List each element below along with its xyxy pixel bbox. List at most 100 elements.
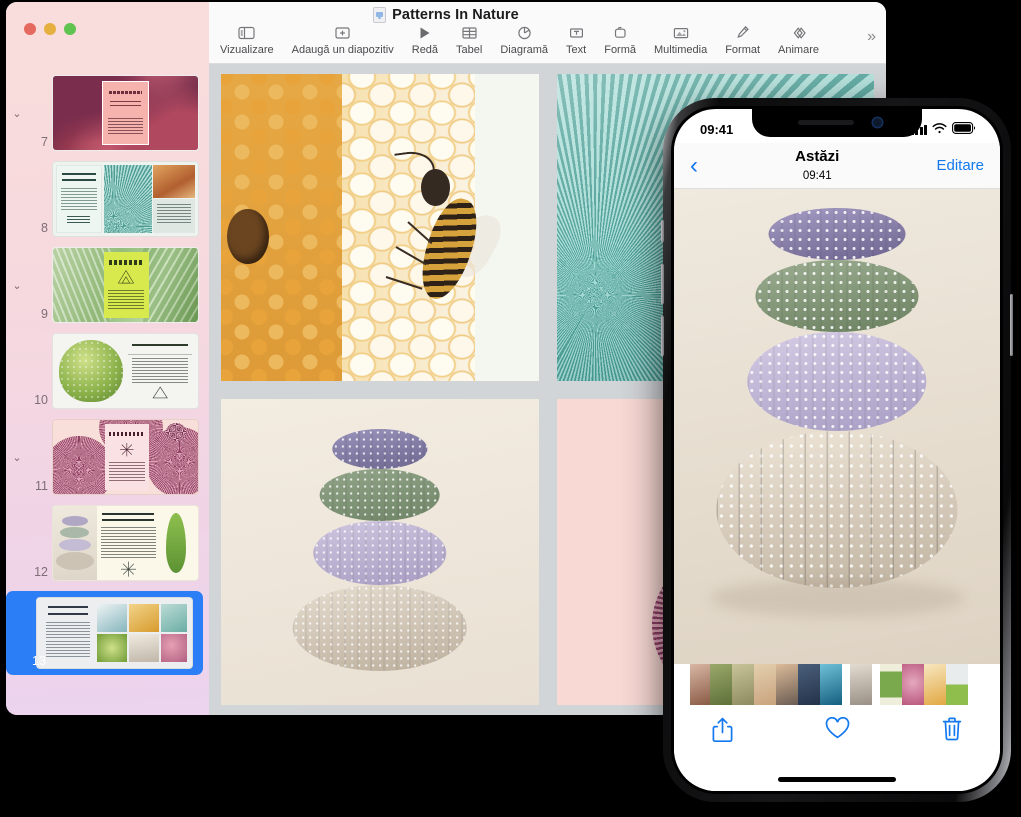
urchin-stack-photo[interactable] — [221, 399, 539, 706]
toolbar-label-view: Vizualizare — [220, 44, 274, 56]
slide-thumbnail-10[interactable] — [52, 333, 199, 409]
minimize-button[interactable] — [44, 23, 56, 35]
thumb-couple[interactable] — [798, 664, 820, 705]
thumb-portrait[interactable] — [776, 664, 798, 705]
sidebar-slide-11[interactable]: ⌄ 11 — [6, 414, 209, 500]
toolbar-label-animate: Animare — [778, 44, 819, 56]
disclosure-triangle-11[interactable]: ⌄ — [6, 451, 28, 464]
edit-button[interactable]: Editare — [936, 157, 984, 174]
thumb-honey[interactable] — [924, 664, 946, 705]
text-box-icon — [569, 24, 584, 41]
slide-thumbnail-13[interactable] — [36, 597, 193, 669]
slide-navigator-sidebar[interactable]: ⌄ 7 8 — [6, 64, 209, 715]
sidebar-slide-13[interactable]: 13 — [6, 586, 209, 680]
toolbar-button-media[interactable]: Multimedia — [645, 24, 716, 56]
sidebar-slide-9[interactable]: ⌄ 9 — [6, 242, 209, 328]
add-slide-icon — [335, 24, 350, 41]
slide-number-10: 10 — [28, 393, 48, 409]
slide-number-9: 9 — [28, 307, 48, 323]
status-time: 09:41 — [700, 122, 733, 137]
slide-thumbnail-9[interactable] — [52, 247, 199, 323]
sidebar-slide-10[interactable]: 10 — [6, 328, 209, 414]
phone-screen[interactable]: 09:41 — [674, 109, 1000, 791]
format-brush-icon — [735, 24, 750, 41]
page-title: Patterns In Nature — [392, 7, 519, 23]
toolbar-label-table: Tabel — [456, 44, 482, 56]
toolbar-buttons: Vizualizare Adaugă un diapozitiv Redă — [211, 24, 841, 64]
thumb-cactus-2[interactable] — [732, 664, 754, 705]
toolbar-button-play[interactable]: Redă — [403, 24, 447, 56]
toolbar-label-shape: Formă — [604, 44, 636, 56]
keynote-document-icon — [373, 7, 386, 23]
toolbar-label-add-slide: Adaugă un diapozitiv — [292, 44, 394, 56]
heart-icon[interactable] — [825, 717, 850, 745]
home-indicator[interactable] — [778, 777, 896, 782]
nav-title: Astăzi — [795, 148, 839, 165]
slide-number-8: 8 — [28, 221, 48, 237]
sidebar-slide-8[interactable]: 8 — [6, 156, 209, 242]
thumb-radial[interactable] — [902, 664, 924, 705]
nav-subtitle: 09:41 — [803, 170, 832, 182]
thumb-urchins[interactable] — [850, 664, 872, 705]
toolbar-button-table[interactable]: Tabel — [447, 24, 491, 56]
thumb-cactus[interactable] — [710, 664, 732, 705]
sidebar-slide-7[interactable]: ⌄ 7 — [6, 70, 209, 156]
traffic-lights[interactable] — [24, 23, 76, 35]
toolbar-button-animate[interactable]: Animare — [769, 24, 828, 56]
toolbar-button-shape[interactable]: Formă — [595, 24, 645, 56]
zoom-button[interactable] — [64, 23, 76, 35]
thumb-leaf[interactable] — [880, 664, 902, 705]
animate-icon — [790, 24, 807, 41]
toolbar-label-media: Multimedia — [654, 44, 707, 56]
window-toolbar: Patterns In Nature Vizualizare — [6, 2, 886, 64]
media-icon — [673, 24, 689, 41]
slide-thumbnail-7[interactable] — [52, 75, 199, 151]
window-title-bar: Patterns In Nature — [6, 7, 886, 23]
chart-icon — [517, 24, 532, 41]
nav-title-block: Astăzi 09:41 — [795, 148, 839, 184]
battery-icon — [952, 122, 976, 137]
toolbar-label-format: Format — [725, 44, 760, 56]
toolbar-label-play: Redă — [412, 44, 438, 56]
toolbar-label-chart: Diagramă — [500, 44, 548, 56]
table-icon — [462, 24, 477, 41]
slide-number-13: 13 — [32, 654, 46, 670]
phone-bezel: 09:41 — [671, 106, 1003, 794]
thumb-sea[interactable] — [820, 664, 842, 705]
screenshot-root: Patterns In Nature Vizualizare — [0, 0, 1021, 817]
disclosure-triangle-9[interactable]: ⌄ — [6, 279, 28, 292]
thumb-desert[interactable] — [754, 664, 776, 705]
slide-number-12: 12 — [28, 565, 48, 581]
volume-up-button[interactable] — [661, 264, 664, 304]
thumb-eye[interactable] — [690, 664, 710, 705]
sidebar-view-icon — [238, 24, 255, 41]
toolbar-button-add-slide[interactable]: Adaugă un diapozitiv — [283, 24, 403, 56]
toolbar-label-text: Text — [566, 44, 586, 56]
shape-icon — [613, 24, 628, 41]
front-camera-icon — [873, 118, 882, 127]
close-button[interactable] — [24, 23, 36, 35]
slide-number-11: 11 — [28, 479, 48, 495]
sidebar-slide-12[interactable]: 12 — [6, 500, 209, 586]
trash-icon[interactable] — [942, 717, 962, 746]
slide-thumbnail-12[interactable] — [52, 505, 199, 581]
slide-number-7: 7 — [28, 135, 48, 151]
honeycomb-bee-photo[interactable] — [221, 74, 539, 381]
slide-thumbnail-11[interactable] — [52, 419, 199, 495]
toolbar-button-chart[interactable]: Diagramă — [491, 24, 557, 56]
phone-main-photo[interactable] — [674, 189, 1000, 664]
toolbar-button-format[interactable]: Format — [716, 24, 769, 56]
silent-switch[interactable] — [661, 220, 664, 242]
volume-down-button[interactable] — [661, 316, 664, 356]
power-button[interactable] — [1010, 294, 1013, 356]
photos-nav-bar: ‹ Astăzi 09:41 Editare — [674, 143, 1000, 189]
photo-filmstrip[interactable] — [674, 664, 1000, 705]
thumb-shell-romanesco[interactable] — [946, 664, 968, 705]
toolbar-button-text[interactable]: Text — [557, 24, 595, 56]
toolbar-overflow-chevron-icon[interactable]: » — [867, 28, 876, 46]
share-icon[interactable] — [712, 717, 733, 748]
disclosure-triangle-7[interactable]: ⌄ — [6, 107, 28, 120]
toolbar-button-view[interactable]: Vizualizare — [211, 24, 283, 56]
slide-thumbnail-8[interactable] — [52, 161, 199, 237]
back-button[interactable]: ‹ — [690, 154, 698, 178]
